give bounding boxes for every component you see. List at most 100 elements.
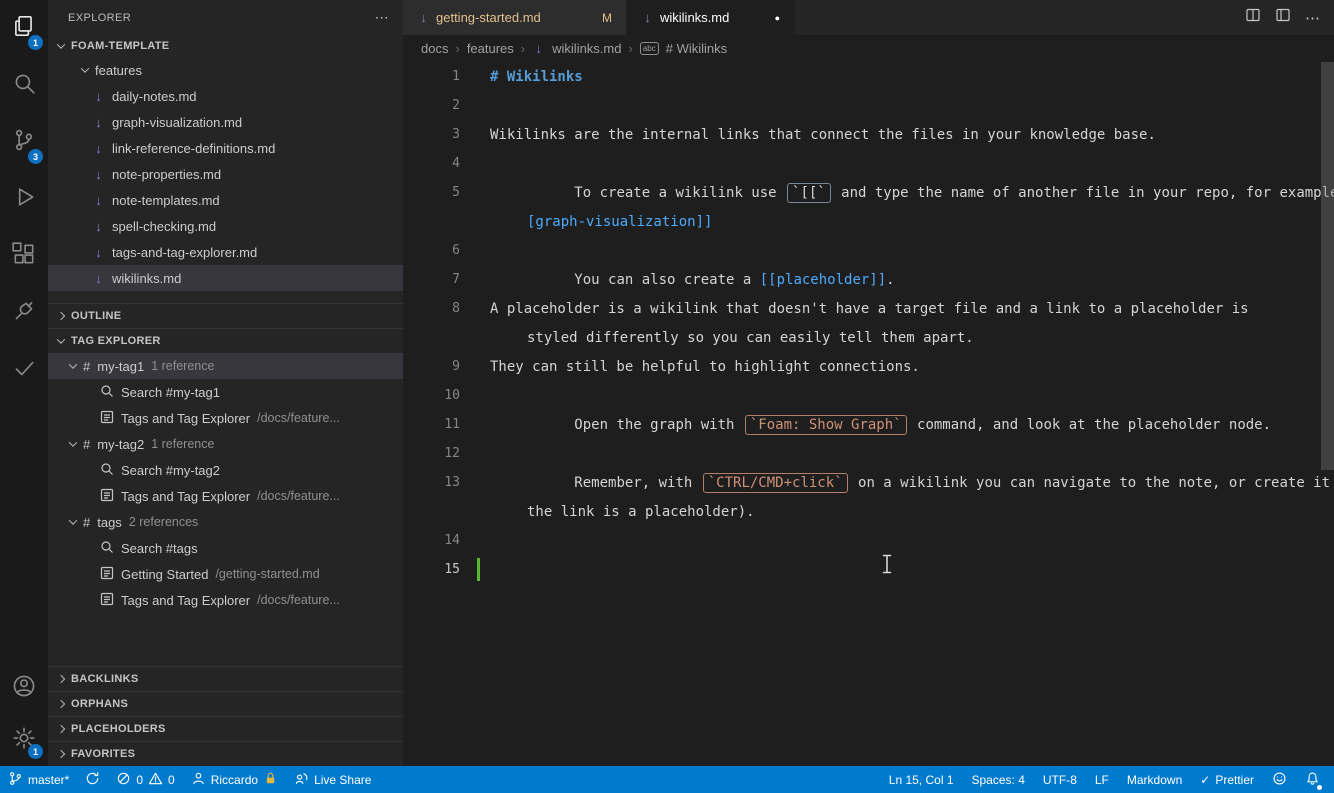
line-number: 10	[444, 388, 460, 403]
code-text: Wikilinks are the internal links that co…	[490, 126, 1156, 143]
markdown-file-icon: ↓	[644, 10, 651, 25]
activity-search[interactable]	[0, 57, 48, 114]
file-row[interactable]: ↓ note-properties.md	[48, 161, 403, 187]
code-line[interactable]: 7 You can also create a [[placeholder]].	[403, 265, 1334, 294]
tab-label: getting-started.md	[436, 10, 541, 25]
activity-settings[interactable]: 1	[0, 714, 48, 766]
file-name: tags-and-tag-explorer.md	[112, 244, 258, 260]
reference-path: /docs/feature...	[257, 411, 340, 425]
tag-search-row[interactable]: Search #my-tag2	[48, 457, 403, 483]
code-editor[interactable]: 1 # Wikilinks 2 3 Wikilinks are the inte…	[403, 62, 1334, 766]
file-row[interactable]: ↓ note-templates.md	[48, 187, 403, 213]
editor-scrollbar[interactable]	[1321, 62, 1334, 470]
tag-reference-count: 1 reference	[151, 437, 215, 451]
tag-search-row[interactable]: Search #my-tag1	[48, 379, 403, 405]
formatter-status[interactable]: ✓ Prettier	[1200, 773, 1254, 787]
chevron-down-icon	[80, 64, 90, 73]
language-mode-status[interactable]: Markdown	[1127, 773, 1182, 787]
code-line[interactable]: 11 Open the graph with `Foam: Show Graph…	[403, 410, 1334, 439]
code-line[interactable]: 3 Wikilinks are the internal links that …	[403, 120, 1334, 149]
activity-run-debug[interactable]	[0, 171, 48, 228]
tag-reference-row[interactable]: Tags and Tag Explorer /docs/feature...	[48, 587, 403, 613]
reference-label: Tags and Tag Explorer	[121, 488, 251, 504]
tag-row[interactable]: # tags 2 references	[48, 509, 403, 535]
check-icon	[11, 355, 37, 386]
code-line[interactable]: 14	[403, 526, 1334, 555]
code-text: styled differently so you can easily tel…	[527, 329, 974, 346]
code-line[interactable]: 1 # Wikilinks	[403, 62, 1334, 91]
tab-getting-started[interactable]: ↓ getting-started.md M	[403, 0, 627, 35]
notifications-status[interactable]	[1305, 771, 1322, 790]
activity-account[interactable]	[0, 662, 48, 714]
tag-row[interactable]: # my-tag1 1 reference	[48, 353, 403, 379]
code-line-cursor[interactable]: 15	[403, 555, 1334, 584]
section-orphans[interactable]: ORPHANS	[48, 691, 403, 716]
reference-path: /getting-started.md	[215, 567, 320, 581]
tag-search-label: Search #my-tag2	[121, 462, 220, 478]
split-editor-icon[interactable]	[1245, 7, 1261, 28]
git-branch-status[interactable]: master*	[8, 771, 69, 789]
eol-status[interactable]: LF	[1095, 773, 1109, 787]
live-share-icon	[294, 771, 309, 789]
tag-search-row[interactable]: Search #tags	[48, 535, 403, 561]
code-text: To create a wikilink use	[574, 184, 786, 201]
file-row[interactable]: ↓ link-reference-definitions.md	[48, 135, 403, 161]
feedback-status[interactable]	[1272, 771, 1287, 789]
code-line[interactable]: 2	[403, 91, 1334, 120]
code-line-wrapped[interactable]: [graph-visualization]]	[403, 207, 1334, 236]
activity-extensions[interactable]	[0, 228, 48, 285]
code-line[interactable]: 13 Remember, with `CTRL/CMD+click` on a …	[403, 468, 1334, 497]
search-icon	[100, 384, 114, 401]
code-line-wrapped[interactable]: the link is a placeholder).	[403, 497, 1334, 526]
tab-wikilinks[interactable]: ↓ wikilinks.md ●	[627, 0, 795, 35]
cursor-position-status[interactable]: Ln 15, Col 1	[889, 773, 954, 787]
file-row[interactable]: ↓ tags-and-tag-explorer.md	[48, 239, 403, 265]
report-icon	[100, 566, 114, 583]
indentation-status[interactable]: Spaces: 4	[972, 773, 1025, 787]
section-placeholders[interactable]: PLACEHOLDERS	[48, 716, 403, 741]
activity-source-control[interactable]: 3	[0, 114, 48, 171]
line-number: 3	[452, 127, 460, 142]
section-backlinks[interactable]: BACKLINKS	[48, 666, 403, 691]
activity-tasks[interactable]	[0, 342, 48, 399]
more-actions-icon[interactable]: ⋯	[1305, 9, 1320, 27]
code-line-wrapped[interactable]: styled differently so you can easily tel…	[403, 323, 1334, 352]
tag-reference-row[interactable]: Getting Started /getting-started.md	[48, 561, 403, 587]
wikilink: [graph-visualization]]	[527, 213, 713, 230]
tag-reference-row[interactable]: Tags and Tag Explorer /docs/feature...	[48, 405, 403, 431]
tag-row[interactable]: # my-tag2 1 reference	[48, 431, 403, 457]
reference-label: Tags and Tag Explorer	[121, 410, 251, 426]
breadcrumb-item[interactable]: # Wikilinks	[666, 41, 727, 56]
activity-bar: 1 3 1	[0, 0, 48, 766]
sync-status[interactable]	[85, 771, 100, 789]
file-row[interactable]: ↓ daily-notes.md	[48, 83, 403, 109]
encoding-status[interactable]: UTF-8	[1043, 773, 1077, 787]
editor-layout-icon[interactable]	[1275, 7, 1291, 28]
more-actions-icon[interactable]: ⋯	[375, 9, 389, 26]
tag-reference-row[interactable]: Tags and Tag Explorer /docs/feature...	[48, 483, 403, 509]
section-tag-explorer[interactable]: TAG EXPLORER	[48, 328, 403, 353]
file-row-selected[interactable]: ↓ wikilinks.md	[48, 265, 403, 291]
breadcrumb-item[interactable]: wikilinks.md	[552, 41, 621, 56]
line-number: 8	[452, 301, 460, 316]
folder-row-features[interactable]: features	[48, 57, 403, 83]
live-share-status[interactable]: Live Share	[294, 771, 371, 789]
line-number: 9	[452, 359, 460, 374]
run-debug-icon	[11, 184, 37, 215]
file-row[interactable]: ↓ spell-checking.md	[48, 213, 403, 239]
activity-explorer[interactable]: 1	[0, 0, 48, 57]
code-line[interactable]: 5 To create a wikilink use `[[` and type…	[403, 178, 1334, 207]
section-outline[interactable]: OUTLINE	[48, 303, 403, 328]
activity-live-share[interactable]	[0, 285, 48, 342]
breadcrumb-item[interactable]: features	[467, 41, 514, 56]
problems-status[interactable]: 0 0	[116, 771, 175, 789]
live-share-user[interactable]: Riccardo	[191, 771, 278, 789]
breadcrumb-item[interactable]: docs	[421, 41, 448, 56]
file-row[interactable]: ↓ graph-visualization.md	[48, 109, 403, 135]
section-favorites[interactable]: FAVORITES	[48, 741, 403, 766]
code-line[interactable]: 9 They can still be helpful to highlight…	[403, 352, 1334, 381]
section-foam-template[interactable]: FOAM-TEMPLATE	[48, 35, 403, 57]
chevron-right-icon	[56, 674, 66, 684]
code-line[interactable]: 8 A placeholder is a wikilink that doesn…	[403, 294, 1334, 323]
settings-badge: 1	[28, 744, 43, 759]
